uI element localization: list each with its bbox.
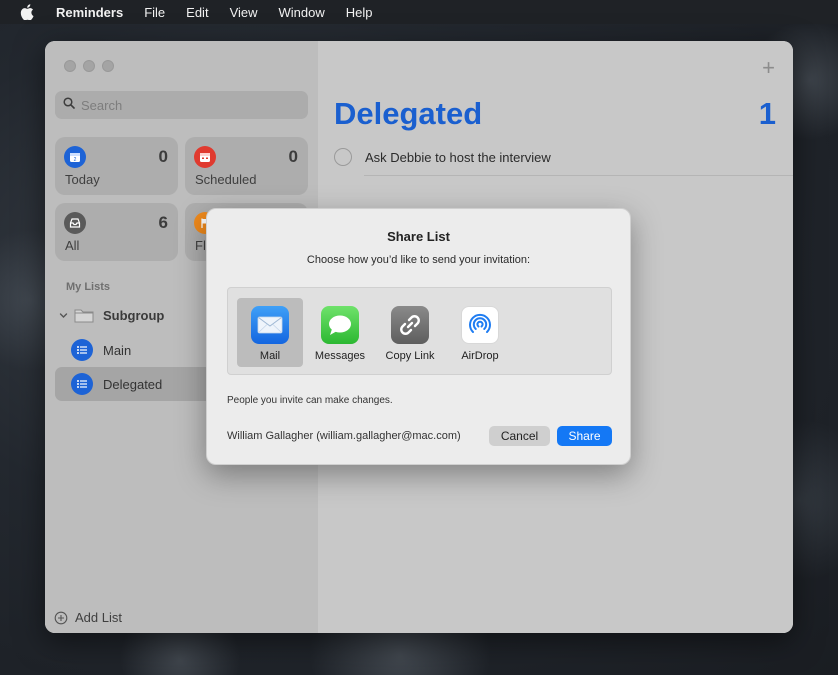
minimize-window-button[interactable] <box>83 60 95 72</box>
list-count: 1 <box>758 96 776 131</box>
smart-list-label: Fl <box>195 238 206 253</box>
sidebar-item-label: Main <box>103 342 132 358</box>
menu-file[interactable]: File <box>144 5 165 20</box>
account-label: William Gallagher (william.gallagher@mac… <box>227 430 461 442</box>
sidebar-item-label: Delegated <box>103 376 163 392</box>
smart-list-count: 0 <box>158 147 168 166</box>
menu-view[interactable]: View <box>230 5 258 20</box>
smart-list-today[interactable]: 2 0 Today <box>55 137 178 195</box>
divider <box>364 175 793 176</box>
add-reminder-plus-icon[interactable]: + <box>762 55 775 81</box>
link-icon <box>391 306 429 344</box>
menu-edit[interactable]: Edit <box>186 5 208 20</box>
share-option-label: Messages <box>314 350 366 362</box>
add-list-label: Add List <box>75 610 122 625</box>
window-controls <box>64 60 114 72</box>
apple-icon[interactable] <box>20 4 36 20</box>
smart-list-all[interactable]: 6 All <box>55 203 178 261</box>
menu-app-name[interactable]: Reminders <box>56 5 123 20</box>
calendar-icon: 2 <box>64 146 86 168</box>
permission-note: People you invite can make changes. <box>227 395 393 406</box>
share-option-airdrop[interactable]: AirDrop <box>447 298 513 367</box>
airdrop-icon <box>461 306 499 344</box>
share-option-label: AirDrop <box>461 350 499 362</box>
share-option-messages[interactable]: Messages <box>307 298 373 367</box>
smart-list-label: Today <box>65 172 100 187</box>
search-icon <box>63 96 75 114</box>
share-options: Mail Messages Copy Link AirDrop <box>227 287 612 375</box>
chevron-down-icon[interactable] <box>59 311 69 320</box>
my-lists-heading: My Lists <box>66 281 111 293</box>
folder-icon <box>74 307 94 323</box>
list-bullet-icon <box>71 373 93 395</box>
smart-list-label: Scheduled <box>195 172 257 187</box>
share-list-dialog: Share List Choose how you’d like to send… <box>206 208 631 465</box>
smart-list-label: All <box>65 238 80 253</box>
cancel-button[interactable]: Cancel <box>489 426 550 446</box>
menu-window[interactable]: Window <box>279 5 325 20</box>
add-list-button[interactable]: Add List <box>54 610 122 625</box>
dialog-title: Share List <box>387 229 450 244</box>
search-input[interactable] <box>81 97 281 113</box>
menu-bar: Reminders File Edit View Window Help <box>0 0 838 24</box>
list-title: Delegated <box>334 96 483 131</box>
messages-icon <box>321 306 359 344</box>
scheduled-calendar-icon <box>194 146 216 168</box>
smart-list-count: 6 <box>158 213 168 232</box>
svg-text:2: 2 <box>74 157 77 163</box>
share-button[interactable]: Share <box>557 426 612 446</box>
sidebar-item-label: Subgroup <box>103 307 165 323</box>
reminder-item[interactable]: Ask Debbie to host the interview <box>334 148 551 166</box>
tray-icon <box>64 212 86 234</box>
dialog-subtitle: Choose how you’d like to send your invit… <box>306 254 531 266</box>
smart-list-count: 0 <box>288 147 298 166</box>
reminder-text[interactable]: Ask Debbie to host the interview <box>365 150 551 165</box>
mail-icon <box>251 306 289 344</box>
plus-circle-icon <box>54 611 68 625</box>
share-option-mail[interactable]: Mail <box>237 298 303 367</box>
search-field[interactable] <box>55 91 308 119</box>
list-bullet-icon <box>71 339 93 361</box>
share-option-label: Copy Link <box>385 350 435 362</box>
close-window-button[interactable] <box>64 60 76 72</box>
share-option-label: Mail <box>259 350 281 362</box>
complete-checkbox[interactable] <box>334 148 352 166</box>
smart-list-scheduled[interactable]: 0 Scheduled <box>185 137 308 195</box>
menu-help[interactable]: Help <box>346 5 373 20</box>
zoom-window-button[interactable] <box>102 60 114 72</box>
share-option-copy-link[interactable]: Copy Link <box>377 298 443 367</box>
